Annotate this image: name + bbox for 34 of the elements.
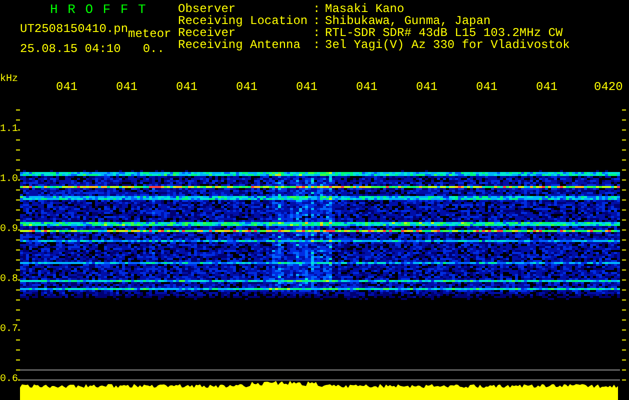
frequency-label: 0.6	[0, 373, 18, 387]
counter: 0..	[142, 42, 164, 56]
file-name: UT2508150410.pn	[20, 22, 128, 36]
time-label: 041	[56, 80, 78, 94]
frequency-label: 1.1	[0, 123, 18, 137]
time-label: 041	[416, 80, 438, 94]
field-label: Observer	[178, 3, 236, 15]
frequency-label: 1.0	[0, 173, 18, 187]
time-label: 041	[176, 80, 198, 94]
time-label: 041	[236, 80, 258, 94]
field-label: Receiver	[178, 27, 236, 39]
time-label: 041	[116, 80, 138, 94]
axis-unit: kHz	[0, 74, 18, 86]
field-label: Receiving Location	[178, 15, 309, 27]
time-label: 041	[296, 80, 318, 94]
frequency-label: 0.9	[0, 223, 18, 237]
field-value: 3el Yagi(V) Az 330 for Vladivostok	[325, 39, 570, 51]
separator: :	[313, 3, 322, 15]
time-label: 041	[356, 80, 378, 94]
time-label: 041	[536, 80, 558, 94]
field-value: RTL-SDR SDR# 43dB L15 103.2MHz CW	[325, 27, 563, 39]
separator: :	[313, 27, 322, 39]
field-value: Masaki Kano	[325, 3, 404, 15]
field-value: Shibukawa, Gunma, Japan	[325, 15, 491, 27]
time-label: 041	[476, 80, 498, 94]
frequency-label: 0.7	[0, 323, 18, 337]
separator: :	[313, 39, 322, 51]
date-time: 25.08.15 04:10	[20, 42, 121, 56]
separator: :	[313, 15, 322, 27]
field-label: Receiving Antenna	[178, 39, 302, 51]
frequency-label: 0.8	[0, 273, 18, 287]
app-title: H R O F F T	[50, 3, 147, 17]
mode-label: meteor	[128, 28, 172, 40]
time-label: 0420	[594, 80, 623, 94]
